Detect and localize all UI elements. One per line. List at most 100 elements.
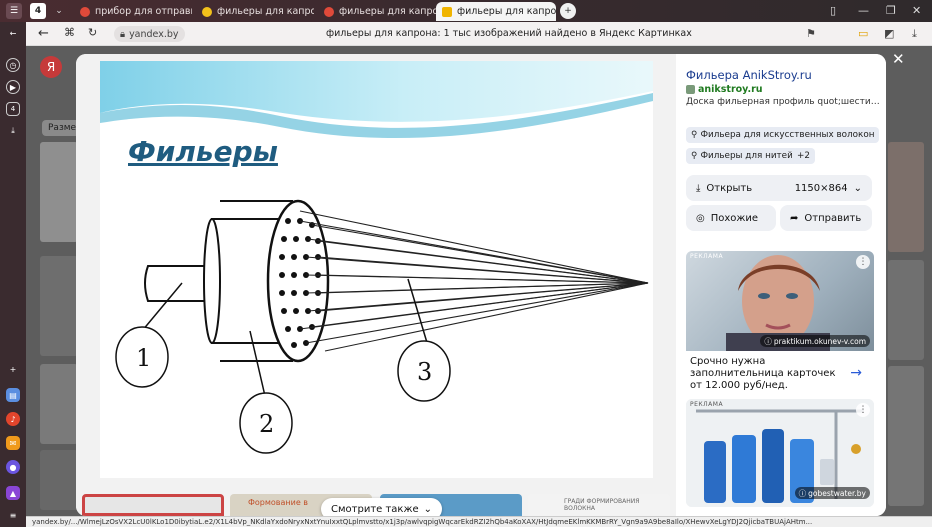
search-icon: ⚲ xyxy=(691,151,698,161)
tab-4-active[interactable]: фильеры для капрона ✕ xyxy=(436,2,556,21)
bg-thumbnail xyxy=(40,450,78,510)
similar-label: Похожие xyxy=(710,212,759,224)
browser-sidebar: ← ◷ ▶ 4 ⤓ + ▤ ♪ ✉ ● ▲ ≡ xyxy=(0,22,26,527)
bg-thumbnail xyxy=(40,142,78,242)
mail-icon[interactable]: ✉ xyxy=(6,436,20,450)
site-favicon-icon xyxy=(686,85,695,94)
url-pill[interactable]: 🔒︎ yandex.by xyxy=(114,26,185,42)
image-viewer: 1 2 3 Фильеры Формование в ГРАДИ ФОРМИРО… xyxy=(76,54,676,516)
download-icon[interactable]: ⤓ xyxy=(6,124,20,138)
document-icon[interactable]: ▤ xyxy=(6,388,20,402)
status-bar-url: yandex.by/.../WlmejLzOsVX2LcU0lKLo1D0iby… xyxy=(26,516,932,527)
related-thumbnail[interactable] xyxy=(82,494,224,516)
images-favicon-icon xyxy=(442,6,452,17)
tag-label: Фильеры для нитей xyxy=(700,151,793,161)
battery-icon: ▭ xyxy=(858,27,869,40)
bg-thumbnail xyxy=(888,366,924,506)
add-panel-icon[interactable]: + xyxy=(6,362,20,376)
label-3: 3 xyxy=(417,358,432,386)
main-image[interactable]: 1 2 3 Фильеры xyxy=(100,61,653,478)
messenger-icon[interactable]: ● xyxy=(6,460,20,474)
maximize-icon[interactable]: ❐ xyxy=(886,4,896,17)
reload-icon[interactable]: ↻ xyxy=(88,26,97,39)
play-icon[interactable]: ▶ xyxy=(6,80,20,94)
spinneret-diagram: 1 2 3 xyxy=(100,61,653,478)
history-icon[interactable]: ◷ xyxy=(6,58,20,72)
ad-domain-badge: ⓘ gobestwater.by xyxy=(794,487,870,499)
info-icon: ⓘ xyxy=(798,488,807,498)
tab-bar: ☰ 4 ⌄ прибор для отправки ни фильеры для… xyxy=(0,0,932,22)
address-bar: ← ⌘ ↻ 🔒︎ yandex.by фильеры для капрона: … xyxy=(26,22,932,46)
tab-1[interactable]: прибор для отправки ни xyxy=(74,2,192,21)
see-also-button[interactable]: Смотрите также ⌄ xyxy=(321,498,443,516)
back-button-icon[interactable]: ← xyxy=(38,26,49,41)
close-window-icon[interactable]: ✕ xyxy=(912,4,921,17)
ad-domain: gobestwater.by xyxy=(808,488,866,498)
more-options-icon[interactable]: ⋮ xyxy=(856,403,870,417)
minimize-icon[interactable]: — xyxy=(858,4,869,17)
alice-icon[interactable]: ▲ xyxy=(6,486,20,500)
tab-3[interactable]: фильеры для капрона xyxy=(318,2,436,21)
downloads-icon[interactable]: ⤓ xyxy=(912,27,917,41)
image-title-text: Фильеры xyxy=(128,135,278,168)
download-arrow-icon: ⤓ xyxy=(696,182,701,194)
share-button[interactable]: ➦ Отправить xyxy=(780,205,872,231)
share-arrow-icon: ➦ xyxy=(790,212,799,224)
chevron-down-icon: ⌄ xyxy=(853,182,862,194)
music-icon[interactable]: ♪ xyxy=(6,412,20,426)
tab-label: фильеры для капрона xyxy=(457,6,556,17)
source-title-link[interactable]: Фильера AnikStroy.ru xyxy=(686,68,812,82)
share-label: Отправить xyxy=(804,212,862,224)
bookmark-icon[interactable]: ⚑ xyxy=(806,27,816,40)
ad-domain-badge: ⓘ praktikum.okunev-v.com xyxy=(760,335,870,347)
bookmark-ribbon-icon[interactable]: ▯ xyxy=(830,4,836,17)
more-options-icon[interactable]: ⋮ xyxy=(856,255,870,269)
thumbnail-text: ГРАДИ ФОРМИРОВАНИЯ ВОЛОКНА xyxy=(564,498,640,512)
tab-counter[interactable]: 4 xyxy=(30,3,46,19)
source-domain: anikstroy.ru xyxy=(698,84,763,95)
camera-search-icon: ◎ xyxy=(696,212,705,224)
new-tab-icon[interactable]: + xyxy=(560,3,576,19)
tab-list-chevron-icon[interactable]: ⌄ xyxy=(51,3,67,19)
tab-2[interactable]: фильеры для капрона: 90 xyxy=(196,2,314,21)
open-button[interactable]: ⤓ Открыть 1150×864 ⌄ xyxy=(686,175,872,201)
site-info-icon[interactable]: ⌘ xyxy=(64,26,75,39)
arrow-right-icon[interactable]: → xyxy=(850,365,862,381)
extensions-icon[interactable]: ◩ xyxy=(884,27,894,40)
back-arrow-icon[interactable]: ← xyxy=(6,26,20,40)
info-icon: ⓘ xyxy=(764,336,772,346)
close-viewer-icon[interactable]: ✕ xyxy=(892,50,905,68)
ad-card-1[interactable]: РЕКЛАМА ⋮ ⓘ praktikum.okunev-v.com Срочн… xyxy=(686,251,874,393)
ad-card-2[interactable]: РЕКЛАМА ⋮ ⓘ gobestwater.by xyxy=(686,399,874,507)
info-panel: Фильера AnikStroy.ru anikstroy.ru Доска … xyxy=(678,54,886,516)
tab-label: фильеры для капрона: 90 xyxy=(217,6,314,17)
similar-button[interactable]: ◎ Похожие xyxy=(686,205,776,231)
yandex-favicon-icon xyxy=(324,6,334,17)
ad-text: Срочно нужна заполнительница карточек от… xyxy=(690,356,836,391)
sidebar-badge[interactable]: 4 xyxy=(6,102,20,116)
tag-chip[interactable]: ⚲ Фильеры для нитей xyxy=(686,148,798,164)
label-2: 2 xyxy=(259,410,274,438)
yandex-favicon-icon xyxy=(80,6,90,17)
tag-chip[interactable]: ⚲ Фильера для искусственных волокон xyxy=(686,127,880,143)
tab-label: прибор для отправки ни xyxy=(95,6,192,17)
bg-thumbnail xyxy=(40,364,78,444)
ad-domain: praktikum.okunev-v.com xyxy=(773,336,866,346)
browser-menu-icon[interactable]: ☰ xyxy=(6,3,22,19)
label-1: 1 xyxy=(136,344,151,372)
source-domain-link[interactable]: anikstroy.ru xyxy=(686,84,763,95)
image-viewer-modal: 1 2 3 Фильеры Формование в ГРАДИ ФОРМИРО… xyxy=(76,54,886,516)
url-host: yandex.by xyxy=(129,28,179,40)
play-favicon-icon xyxy=(202,6,212,17)
bg-thumbnail xyxy=(40,256,78,356)
more-tags-chip[interactable]: +2 xyxy=(792,148,815,164)
yandex-logo[interactable]: Я xyxy=(40,56,62,78)
bg-thumbnail xyxy=(888,260,924,360)
lock-icon: 🔒︎ xyxy=(120,28,126,40)
search-icon: ⚲ xyxy=(691,130,698,140)
source-description: Доска фильерная профиль quot;шестиуголь… xyxy=(686,97,882,107)
related-thumbnail[interactable]: ГРАДИ ФОРМИРОВАНИЯ ВОЛОКНА xyxy=(528,494,670,516)
page-title[interactable]: фильеры для капрона: 1 тыс изображений н… xyxy=(326,28,692,39)
tag-label: Фильера для искусственных волокон xyxy=(700,130,875,140)
sidebar-menu-icon[interactable]: ≡ xyxy=(6,508,20,522)
